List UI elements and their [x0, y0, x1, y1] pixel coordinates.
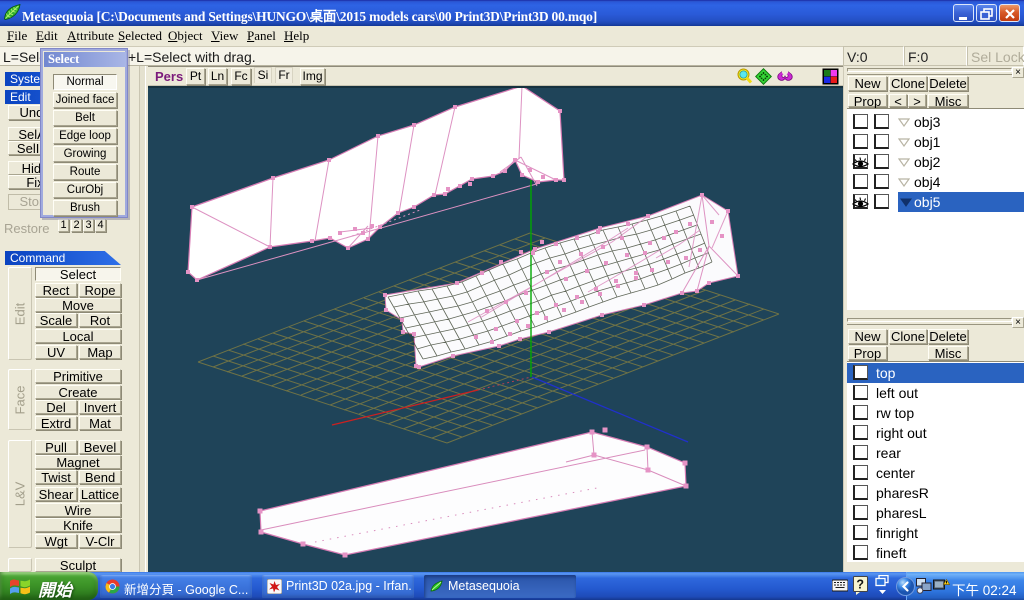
svg-text:?: ? — [856, 578, 864, 592]
